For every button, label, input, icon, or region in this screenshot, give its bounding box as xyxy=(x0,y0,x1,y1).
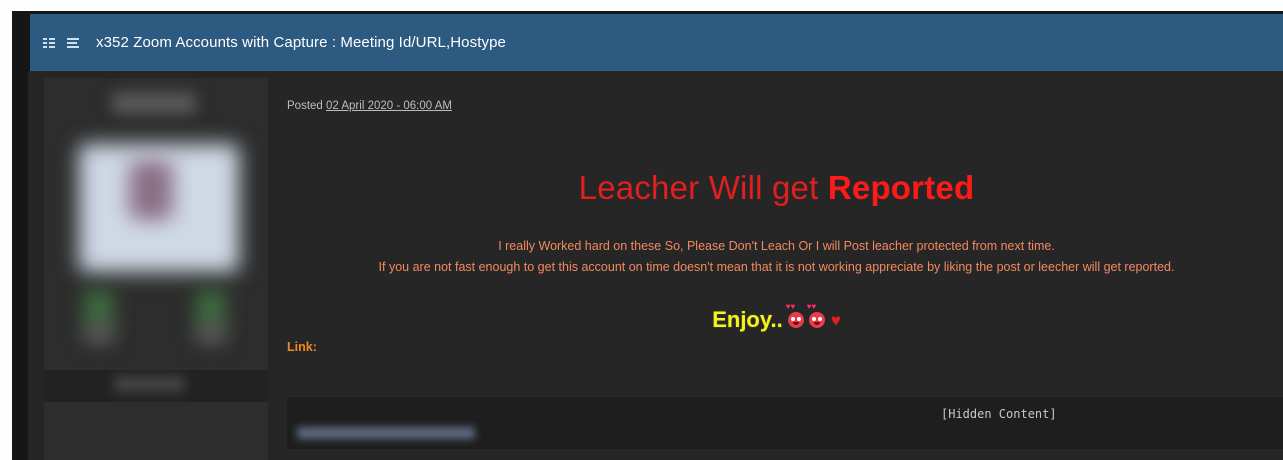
author-sidebar xyxy=(44,78,268,460)
heart-icon: ♥ xyxy=(830,310,841,330)
hidden-content-text: [Hidden Content] xyxy=(941,407,1057,421)
message-line-2: If you are not fast enough to get this a… xyxy=(378,260,1175,274)
author-footer-text-blurred xyxy=(114,377,184,391)
topic-title: x352 Zoom Accounts with Capture : Meetin… xyxy=(96,34,506,51)
list-view-icon[interactable] xyxy=(43,37,55,49)
topic-title-bar: x352 Zoom Accounts with Capture : Meetin… xyxy=(30,14,1283,72)
posted-label: Posted xyxy=(287,100,323,112)
headline-regular: Leacher Will get xyxy=(578,169,828,206)
blurred-link[interactable] xyxy=(297,427,475,439)
posted-date-link[interactable]: 02 April 2020 - 06:00 AM xyxy=(326,100,452,112)
love-emoji-icon: ♥♥ xyxy=(786,303,804,328)
author-stat-left-label xyxy=(84,324,114,344)
text-view-icon[interactable] xyxy=(67,37,79,49)
link-label: Link: xyxy=(287,340,317,354)
post-date: Posted 02 April 2020 - 06:00 AM xyxy=(287,100,452,112)
forum-frame: x352 Zoom Accounts with Capture : Meetin… xyxy=(12,11,1283,460)
headline-bold: Reported xyxy=(827,169,975,206)
hidden-content-box: [Hidden Content] xyxy=(287,397,1283,449)
enjoy-row: Enjoy.. ♥♥ ♥♥ ♥ xyxy=(270,303,1283,333)
post-content: Posted 02 April 2020 - 06:00 AM Leacher … xyxy=(270,71,1283,460)
love-emoji-icon: ♥♥ xyxy=(807,303,825,328)
avatar-detail xyxy=(129,160,173,220)
post-container: Posted 02 April 2020 - 06:00 AM Leacher … xyxy=(28,71,1283,460)
enjoy-text: Enjoy.. xyxy=(712,307,783,332)
author-stat-right-label xyxy=(196,324,226,344)
author-name-blurred[interactable] xyxy=(112,92,196,114)
post-headline: Leacher Will get Reported xyxy=(270,169,1283,207)
message-line-1: I really Worked hard on these So, Please… xyxy=(498,239,1055,253)
